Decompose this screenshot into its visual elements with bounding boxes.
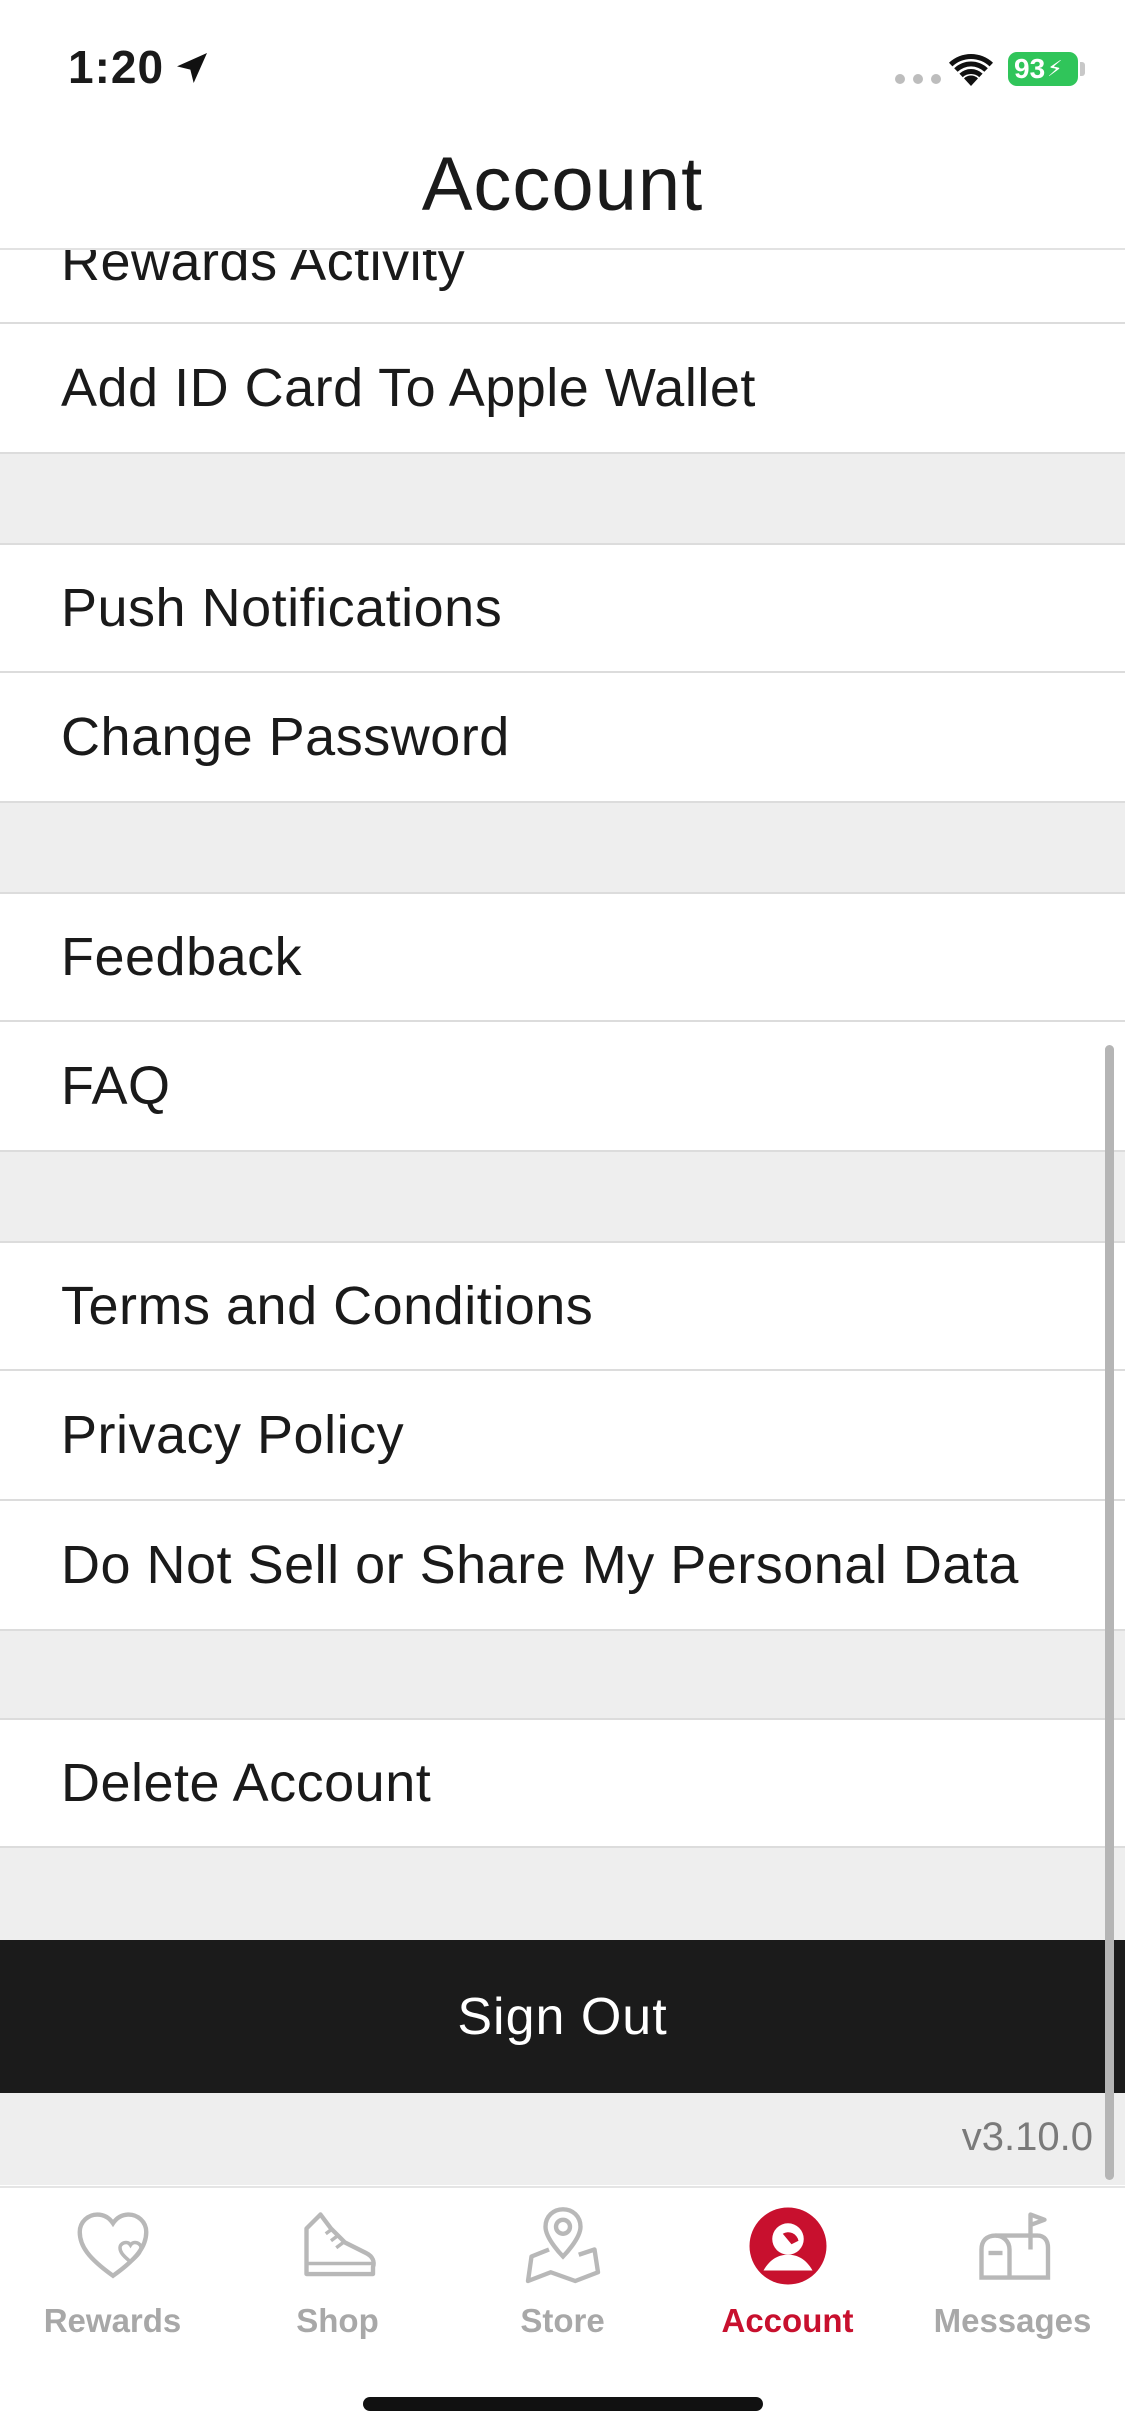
menu-item-label: Do Not Sell or Share My Personal Data — [61, 1535, 1019, 1595]
menu-item-label: Privacy Policy — [61, 1405, 405, 1465]
tab-label: Store — [520, 2302, 605, 2339]
menu-item-faq[interactable]: FAQ — [0, 1022, 1125, 1152]
sneaker-icon — [303, 2212, 376, 2277]
home-indicator — [363, 2397, 763, 2411]
status-time: 1:20 — [68, 41, 165, 93]
app-version: v3.10.0 — [961, 2115, 1093, 2159]
page-title: Account — [421, 142, 704, 227]
mailbox-icon — [978, 2212, 1050, 2280]
tab-label: Shop — [296, 2302, 379, 2339]
wifi-icon — [949, 54, 993, 86]
menu-item-rewards-activity[interactable]: Rewards Activity — [0, 250, 1125, 324]
menu-item-add-id-card[interactable]: Add ID Card To Apple Wallet — [0, 324, 1125, 454]
account-icon — [749, 2207, 826, 2285]
battery-level: 93 — [1014, 53, 1046, 84]
menu-item-label: Feedback — [61, 927, 303, 987]
menu-item-label: Delete Account — [61, 1753, 432, 1813]
menu-item-label: Add ID Card To Apple Wallet — [61, 358, 756, 418]
tab-account[interactable]: Account — [675, 2204, 900, 2354]
tab-store[interactable]: Store — [450, 2204, 675, 2354]
tab-label: Account — [721, 2302, 854, 2339]
menu-item-label: Change Password — [61, 707, 510, 767]
tab-label: Messages — [933, 2302, 1092, 2339]
menu-item-label: FAQ — [61, 1056, 171, 1116]
menu-item-terms[interactable]: Terms and Conditions — [0, 1241, 1125, 1371]
menu-item-change-password[interactable]: Change Password — [0, 673, 1125, 803]
menu-item-push-notifications[interactable]: Push Notifications — [0, 543, 1125, 673]
tab-messages[interactable]: Messages — [900, 2204, 1125, 2354]
map-pin-icon — [525, 2207, 600, 2284]
menu-item-feedback[interactable]: Feedback — [0, 892, 1125, 1022]
menu-item-do-not-sell[interactable]: Do Not Sell or Share My Personal Data — [0, 1501, 1125, 1631]
status-bar: 1:20 93 ⚡ — [0, 0, 1125, 140]
menu-item-privacy[interactable]: Privacy Policy — [0, 1371, 1125, 1501]
heart-icon — [77, 2212, 148, 2279]
menu-item-label: Push Notifications — [61, 578, 503, 638]
battery-nub — [1080, 62, 1085, 76]
scrollbar[interactable] — [1105, 1045, 1114, 2180]
battery-icon: 93 ⚡ — [1008, 52, 1078, 86]
sign-out-button[interactable]: Sign Out — [0, 1940, 1125, 2093]
location-arrow-icon — [177, 53, 207, 83]
signal-dots-icon — [895, 74, 941, 84]
tab-label: Rewards — [43, 2302, 182, 2339]
tab-shop[interactable]: Shop — [225, 2204, 450, 2354]
page-header: Account — [0, 140, 1125, 250]
tab-rewards[interactable]: Rewards — [0, 2204, 225, 2354]
menu-item-delete-account[interactable]: Delete Account — [0, 1718, 1125, 1848]
menu-item-label: Rewards Activity — [61, 250, 466, 292]
account-menu-list[interactable]: Rewards Activity Add ID Card To Apple Wa… — [0, 250, 1125, 2185]
menu-item-label: Terms and Conditions — [61, 1276, 594, 1336]
